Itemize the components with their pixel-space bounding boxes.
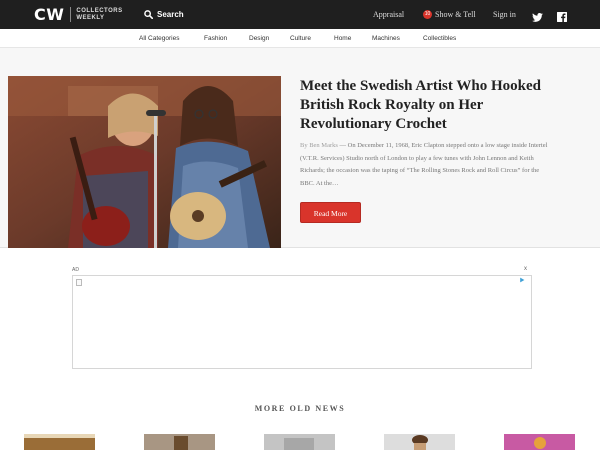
category-design[interactable]: Design bbox=[249, 34, 269, 43]
excerpt-text: — On December 11, 1968, Eric Clapton ste… bbox=[300, 142, 548, 187]
ad-label: AD bbox=[72, 267, 79, 273]
search-label: Search bbox=[157, 10, 184, 19]
old-news-thumbnail[interactable] bbox=[384, 434, 455, 450]
advertisement-frame[interactable] bbox=[72, 275, 532, 369]
facebook-icon[interactable] bbox=[557, 9, 567, 27]
broken-image-icon bbox=[76, 279, 82, 286]
featured-article-image[interactable] bbox=[8, 76, 281, 248]
show-and-tell-count-badge: 10 bbox=[423, 10, 432, 19]
old-news-thumbnail[interactable] bbox=[144, 434, 215, 450]
twitter-icon[interactable] bbox=[532, 9, 543, 27]
adchoices-icon[interactable] bbox=[519, 277, 525, 285]
logo-wordmark: COLLECTORS WEEKLY bbox=[76, 8, 122, 22]
featured-article-title[interactable]: Meet the Swedish Artist Who Hooked Briti… bbox=[300, 77, 570, 134]
category-collectibles[interactable]: Collectibles bbox=[423, 34, 456, 43]
category-culture[interactable]: Culture bbox=[290, 34, 311, 43]
search-button[interactable]: Search bbox=[144, 9, 184, 20]
ad-close-button[interactable]: x bbox=[524, 266, 527, 272]
logo-divider bbox=[70, 7, 72, 22]
sign-in-link[interactable]: Sign in bbox=[493, 9, 516, 20]
search-icon bbox=[144, 10, 153, 19]
article-author[interactable]: By Ben Marks bbox=[300, 142, 338, 149]
logo-line-1: COLLECTORS bbox=[76, 7, 123, 14]
show-and-tell-link[interactable]: 10 Show & Tell bbox=[423, 9, 476, 20]
show-and-tell-label: Show & Tell bbox=[435, 10, 476, 19]
logo-line-2: WEEKLY bbox=[76, 14, 105, 21]
logo-mark: CW bbox=[34, 5, 65, 24]
featured-article-excerpt: By Ben Marks — On December 11, 1968, Eri… bbox=[300, 140, 550, 190]
category-navigation: All Categories Fashion Design Culture Ho… bbox=[0, 29, 600, 48]
old-news-thumbnail[interactable] bbox=[24, 434, 95, 450]
category-fashion[interactable]: Fashion bbox=[204, 34, 227, 43]
category-home[interactable]: Home bbox=[334, 34, 351, 43]
category-all[interactable]: All Categories bbox=[139, 34, 179, 43]
collectors-weekly-logo[interactable]: CW COLLECTORS WEEKLY bbox=[34, 6, 123, 23]
old-news-thumbnail[interactable] bbox=[264, 434, 335, 450]
appraisal-link[interactable]: Appraisal bbox=[373, 9, 404, 20]
more-old-news-heading: MORE OLD NEWS bbox=[254, 404, 346, 413]
top-navigation-bar: CW COLLECTORS WEEKLY Search Appraisal 10… bbox=[0, 0, 600, 29]
read-more-button[interactable]: Read More bbox=[300, 202, 361, 223]
category-machines[interactable]: Machines bbox=[372, 34, 400, 43]
old-news-thumbnail[interactable] bbox=[504, 434, 575, 450]
